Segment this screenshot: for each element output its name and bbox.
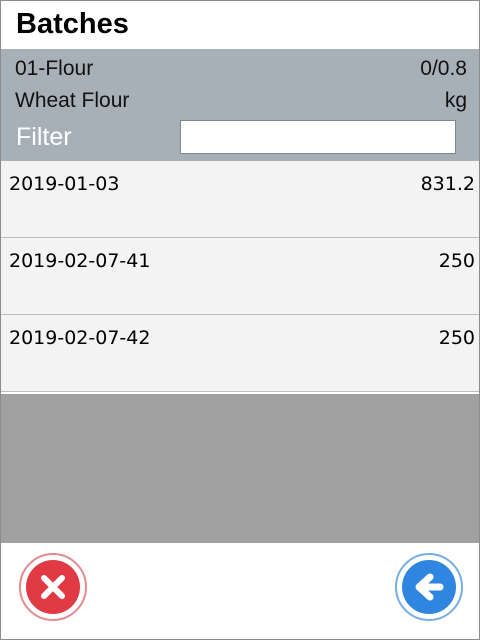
batches-screen: Batches 01-Flour 0/0.8 Wheat Flour kg Fi… (0, 0, 480, 640)
cancel-button[interactable] (19, 553, 87, 621)
empty-list-area (1, 394, 479, 543)
batch-id: 2019-02-07-41 (9, 250, 151, 272)
batch-list: 2019-01-03 831.2 2019-02-07-41 250 2019-… (1, 161, 479, 392)
item-ratio: 0/0.8 (420, 57, 467, 80)
cancel-button-face (26, 560, 80, 614)
bottom-action-bar (1, 543, 479, 639)
batch-row[interactable]: 2019-02-07-42 250 (1, 315, 479, 392)
item-code-row: 01-Flour 0/0.8 (15, 55, 467, 83)
item-unit: kg (444, 89, 467, 112)
back-button-face (402, 560, 456, 614)
close-icon (41, 575, 65, 599)
batch-quantity: 831.2 (420, 173, 475, 195)
item-code-name: 01-Flour (15, 57, 94, 80)
arrow-left-icon (415, 573, 444, 601)
title-bar: Batches (1, 1, 479, 49)
batch-quantity: 250 (438, 250, 475, 272)
batch-id: 2019-02-07-42 (9, 327, 151, 349)
page-title: Batches (16, 8, 129, 40)
item-info-panel: 01-Flour 0/0.8 Wheat Flour kg Filter (1, 49, 479, 161)
batch-quantity: 250 (438, 327, 475, 349)
batch-row[interactable]: 2019-01-03 831.2 (1, 161, 479, 238)
filter-input[interactable] (180, 120, 456, 154)
filter-label: Filter (16, 123, 72, 151)
item-description-row: Wheat Flour kg (15, 87, 467, 115)
item-description: Wheat Flour (15, 89, 130, 112)
back-button[interactable] (395, 553, 463, 621)
batch-id: 2019-01-03 (9, 173, 120, 195)
batch-row[interactable]: 2019-02-07-41 250 (1, 238, 479, 315)
